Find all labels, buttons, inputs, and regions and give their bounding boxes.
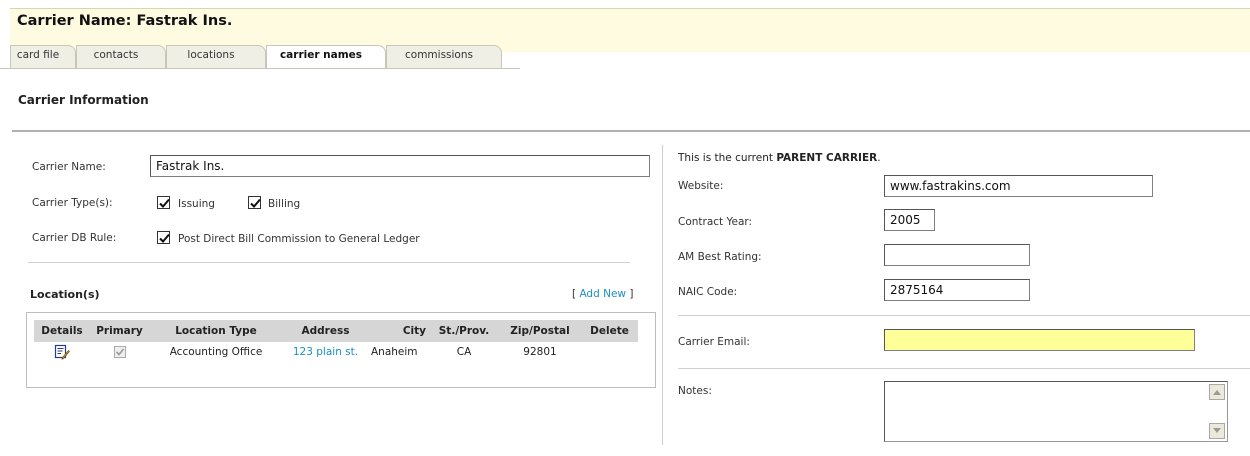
carrier-details-panel: Carrier Name: Fastrak Ins. Carrier Type(…	[24, 140, 661, 450]
db-rule-checkbox[interactable]	[157, 231, 170, 244]
section-title: Carrier Information	[18, 93, 149, 107]
column-header: Address	[283, 320, 368, 342]
column-header: Zip/Postal	[499, 320, 581, 342]
table-header-row: Details Primary Location Type Address Ci…	[34, 320, 638, 342]
tab-commissions[interactable]: commissions	[386, 45, 502, 69]
db-rule-option-label: Post Direct Bill Commission to General L…	[178, 233, 420, 245]
issuing-label: Issuing	[178, 198, 215, 210]
divider	[678, 368, 1250, 369]
billing-label: Billing	[268, 198, 301, 210]
carrier-name-input[interactable]: Fastrak Ins.	[150, 155, 650, 177]
billing-checkbox[interactable]	[248, 196, 261, 209]
column-header: Delete	[581, 320, 638, 342]
locations-title: Location(s)	[30, 288, 100, 301]
notes-label: Notes:	[678, 385, 712, 397]
naic-code-input[interactable]: 2875164	[884, 279, 1030, 301]
naic-code-label: NAIC Code:	[678, 286, 738, 298]
parent-carrier-note: This is the current PARENT CARRIER.	[678, 152, 881, 164]
tab-bar: card file contacts locations carrier nam…	[0, 45, 520, 69]
locations-table: Details Primary Location Type Address Ci…	[34, 320, 638, 362]
tab-baseline	[0, 68, 520, 69]
section-divider	[12, 130, 1250, 132]
carrier-types-label: Carrier Type(s):	[32, 197, 113, 209]
city-cell: Anaheim	[371, 346, 418, 358]
issuing-checkbox[interactable]	[157, 196, 170, 209]
arrow-up-icon	[1213, 390, 1221, 395]
column-header: Location Type	[149, 320, 283, 342]
arrow-down-icon	[1213, 428, 1221, 433]
tab-card-file[interactable]: card file	[10, 45, 76, 69]
carrier-info-panel: This is the current PARENT CARRIER. Webs…	[678, 140, 1250, 450]
website-label: Website:	[678, 180, 724, 192]
add-new-link[interactable]: Add New	[579, 288, 626, 300]
location-type-cell: Accounting Office	[169, 346, 263, 358]
column-header: City	[368, 320, 429, 342]
address-cell: 123 plain st.	[283, 342, 368, 362]
carrier-db-rule-label: Carrier DB Rule:	[32, 232, 117, 244]
state-cell: CA	[456, 346, 472, 358]
am-best-rating-input[interactable]	[884, 244, 1030, 266]
check-icon	[115, 348, 124, 356]
divider	[678, 315, 1250, 316]
contract-year-input[interactable]: 2005	[884, 209, 935, 231]
column-separator	[662, 145, 663, 445]
contract-year-label: Contract Year:	[678, 216, 753, 228]
zip-cell: 92801	[523, 346, 557, 358]
edit-icon[interactable]	[54, 344, 70, 360]
locations-table-panel: Details Primary Location Type Address Ci…	[26, 312, 656, 388]
page-title: Carrier Name: Fastrak Ins.	[17, 13, 233, 29]
tab-locations[interactable]: locations	[166, 45, 266, 69]
website-input[interactable]: www.fastrakins.com	[884, 175, 1153, 197]
delete-cell	[581, 342, 638, 362]
scroll-up-button[interactable]	[1209, 384, 1225, 400]
scroll-down-button[interactable]	[1209, 423, 1225, 439]
carrier-email-input[interactable]	[884, 329, 1195, 351]
address-link[interactable]: 123 plain st.	[293, 346, 358, 358]
notes-textarea[interactable]	[884, 381, 1228, 442]
add-new-location: [ Add New ]	[572, 288, 634, 300]
column-header: Details	[34, 320, 90, 342]
check-icon	[159, 198, 170, 208]
carrier-email-label: Carrier Email:	[678, 336, 750, 348]
check-icon	[159, 233, 170, 243]
primary-checkbox[interactable]	[113, 346, 126, 358]
divider	[28, 262, 630, 263]
carrier-name-label: Carrier Name:	[32, 161, 106, 173]
details-cell	[34, 342, 90, 362]
tab-carrier-names[interactable]: carrier names	[266, 45, 386, 69]
check-icon	[250, 198, 261, 208]
column-header: Primary	[90, 320, 149, 342]
table-row: Accounting Office 123 plain st. Anaheim …	[34, 342, 638, 362]
tab-contacts[interactable]: contacts	[76, 45, 166, 69]
column-header: St./Prov.	[429, 320, 499, 342]
notes-scrollbar[interactable]	[1209, 384, 1225, 439]
am-best-rating-label: AM Best Rating:	[678, 251, 762, 263]
primary-cell	[90, 342, 149, 362]
